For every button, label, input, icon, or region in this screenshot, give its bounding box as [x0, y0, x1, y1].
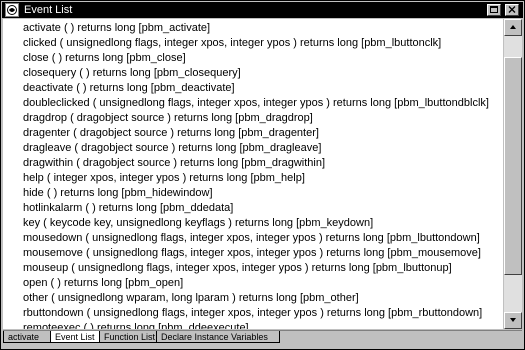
tab-bar: activate Event List Function List Declar…: [3, 330, 522, 345]
event-list-item[interactable]: dragleave ( dragobject source ) returns …: [23, 141, 503, 156]
close-icon: [508, 6, 516, 13]
event-lines: activate ( ) returns long [pbm_activate]…: [3, 19, 503, 329]
maximize-button[interactable]: [487, 4, 501, 16]
tab-activate[interactable]: activate: [3, 331, 51, 343]
system-menu-icon[interactable]: [5, 3, 19, 17]
event-list-item[interactable]: dragdrop ( dragobject source ) returns l…: [23, 111, 503, 126]
event-list-item[interactable]: closequery ( ) returns long [pbm_closequ…: [23, 66, 503, 81]
event-list-item[interactable]: mousemove ( unsignedlong flags, integer …: [23, 246, 503, 261]
scroll-up-button[interactable]: [504, 19, 522, 36]
event-list-item[interactable]: remoteexec ( ) returns long [pbm_ddeexec…: [23, 321, 503, 329]
tab-function-list[interactable]: Function List: [99, 331, 157, 343]
maximize-icon: [490, 6, 498, 13]
event-list-item[interactable]: dragwithin ( dragobject source ) returns…: [23, 156, 503, 171]
title-bar[interactable]: Event List: [2, 2, 523, 18]
event-list-item[interactable]: hide ( ) returns long [pbm_hidewindow]: [23, 186, 503, 201]
close-button[interactable]: [505, 4, 519, 16]
event-list-item[interactable]: help ( integer xpos, integer ypos ) retu…: [23, 171, 503, 186]
event-list-item[interactable]: rbuttondown ( unsignedlong flags, intege…: [23, 306, 503, 321]
event-list[interactable]: activate ( ) returns long [pbm_activate]…: [3, 19, 503, 329]
event-list-item[interactable]: activate ( ) returns long [pbm_activate]: [23, 21, 503, 36]
event-list-item[interactable]: deactivate ( ) returns long [pbm_deactiv…: [23, 81, 503, 96]
event-list-window: Event List activate ( ) returns long [pb…: [0, 0, 525, 350]
event-list-item[interactable]: hotlinkalarm ( ) returns long [pbm_ddeda…: [23, 201, 503, 216]
event-list-item[interactable]: other ( unsignedlong wparam, long lparam…: [23, 291, 503, 306]
tab-declare-instance-variables[interactable]: Declare Instance Variables: [156, 331, 280, 343]
arrow-down-icon: [510, 318, 516, 322]
event-list-item[interactable]: key ( keycode key, unsignedlong keyflags…: [23, 216, 503, 231]
window-title: Event List: [24, 4, 73, 16]
event-list-item[interactable]: mouseup ( unsignedlong flags, integer xp…: [23, 261, 503, 276]
event-list-item[interactable]: doubleclicked ( unsignedlong flags, inte…: [23, 96, 503, 111]
scroll-down-button[interactable]: [504, 312, 522, 329]
scroll-thumb[interactable]: [504, 57, 522, 275]
vertical-scrollbar[interactable]: [504, 19, 522, 329]
event-list-item[interactable]: dragenter ( dragobject source ) returns …: [23, 126, 503, 141]
event-list-item[interactable]: mousedown ( unsignedlong flags, integer …: [23, 231, 503, 246]
event-list-item[interactable]: open ( ) returns long [pbm_open]: [23, 276, 503, 291]
arrow-up-icon: [510, 25, 516, 29]
tab-event-list[interactable]: Event List: [50, 331, 100, 343]
event-list-item[interactable]: clicked ( unsignedlong flags, integer xp…: [23, 36, 503, 51]
event-list-item[interactable]: close ( ) returns long [pbm_close]: [23, 51, 503, 66]
